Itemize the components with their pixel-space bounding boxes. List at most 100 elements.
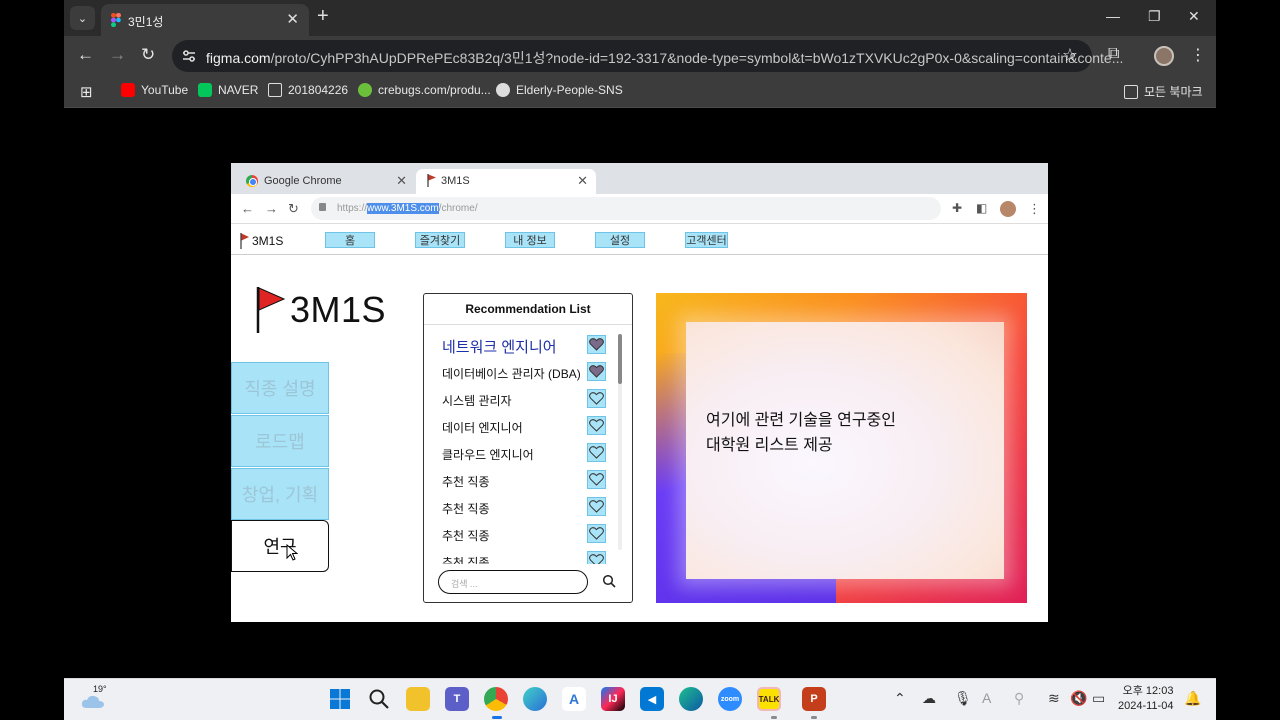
battery-icon[interactable]: ▭ xyxy=(1092,690,1105,707)
apps-grid-icon[interactable]: ⊞ xyxy=(80,83,93,101)
reload-icon[interactable]: ↻ xyxy=(141,46,155,64)
side-menu-roadmap[interactable]: 로드맵 xyxy=(231,415,329,467)
search-icon[interactable] xyxy=(602,574,616,588)
notification-bell-icon[interactable]: 🔔 xyxy=(1184,690,1201,707)
restore-icon[interactable]: ❐ xyxy=(1148,8,1161,25)
card-line-2: 대학원 리스트 제공 xyxy=(706,437,833,454)
recommendation-item[interactable]: 네트워크 엔지니어 xyxy=(424,334,624,361)
recommendation-item[interactable]: 시스템 관리자 xyxy=(424,388,624,415)
kakaotalk-icon[interactable]: TALK xyxy=(757,687,781,711)
file-explorer-icon[interactable] xyxy=(406,687,430,711)
teams-icon[interactable]: T xyxy=(445,687,469,711)
side-menu-startup[interactable]: 창업, 기획 xyxy=(231,468,329,520)
extensions-icon[interactable]: ⧉ xyxy=(1108,45,1119,63)
recommendation-item[interactable]: 추천 직종 xyxy=(424,496,624,523)
tab-search-button[interactable]: ⌄ xyxy=(70,6,95,30)
recommendation-item[interactable]: 데이터 엔지니어 xyxy=(424,415,624,442)
mock-tab-3m1s[interactable]: 3M1S ✕ xyxy=(416,169,596,194)
chrome-icon[interactable] xyxy=(484,687,508,711)
side-menu-research[interactable]: 연구 xyxy=(231,520,329,572)
scrollbar-thumb[interactable] xyxy=(618,334,622,384)
recommendation-item-label: 데이터베이스 관리자 (DBA) xyxy=(442,367,581,381)
back-icon[interactable]: ← xyxy=(77,46,94,64)
menu-kebab-icon[interactable]: ⋮ xyxy=(1028,201,1041,217)
favorite-heart-button[interactable] xyxy=(587,335,606,354)
recommendation-item[interactable]: 추천 직종 xyxy=(424,523,624,550)
heart-icon xyxy=(589,446,604,459)
puzzle-icon[interactable]: ✚ xyxy=(952,201,962,215)
all-bookmarks[interactable]: 모든 북마크 xyxy=(1124,83,1203,100)
bookmark-naver[interactable]: NAVER xyxy=(198,83,258,97)
mock-tab-google-chrome[interactable]: Google Chrome ✕ xyxy=(239,169,415,194)
translator-icon[interactable]: A xyxy=(562,687,586,711)
new-tab-icon[interactable]: + xyxy=(317,5,329,28)
recommendation-item[interactable]: 클라우드 엔지니어 xyxy=(424,442,624,469)
flag-logo-icon xyxy=(256,287,285,333)
recommendation-item[interactable]: 추천 직종 xyxy=(424,469,624,496)
clock-date: 2024-11-04 xyxy=(1118,700,1174,712)
recommendation-item[interactable]: 추천 직종 xyxy=(424,550,624,564)
mock-url: https://www.3M1S.com/chrome/ xyxy=(337,203,478,214)
edge-icon[interactable] xyxy=(679,687,703,711)
favorite-heart-button[interactable] xyxy=(587,443,606,462)
mock-address-bar[interactable]: https://www.3M1S.com/chrome/ xyxy=(311,197,941,220)
tray-overflow-icon[interactable]: ⌃ xyxy=(894,690,906,707)
reload-icon[interactable]: ↻ xyxy=(288,201,299,217)
windows-start-icon[interactable] xyxy=(328,687,352,711)
weather-cloud-icon[interactable] xyxy=(81,693,105,709)
wifi-icon[interactable]: ≋ xyxy=(1048,690,1060,707)
close-icon[interactable]: ✕ xyxy=(577,173,588,189)
nav-customer-center[interactable]: 고객센터 xyxy=(685,232,728,248)
bookmark-crebugs[interactable]: crebugs.com/produ... xyxy=(358,83,491,97)
close-window-icon[interactable]: ✕ xyxy=(1188,8,1200,25)
minimize-icon[interactable]: — xyxy=(1106,8,1120,24)
favorite-heart-button[interactable] xyxy=(587,497,606,516)
forward-icon[interactable]: → xyxy=(109,46,126,64)
favorite-heart-button[interactable] xyxy=(587,416,606,435)
search-icon[interactable] xyxy=(367,687,391,711)
favorite-heart-button[interactable] xyxy=(587,470,606,489)
side-menu-job-description[interactable]: 직종 설명 xyxy=(231,362,329,414)
favorite-heart-button[interactable] xyxy=(587,524,606,543)
recommendation-list[interactable]: 네트워크 엔지니어데이터베이스 관리자 (DBA) 시스템 관리자 데이터 엔지니어… xyxy=(424,334,624,564)
profile-avatar[interactable] xyxy=(1154,46,1174,66)
bookmark-youtube[interactable]: YouTube xyxy=(121,83,188,97)
vscode-icon[interactable]: ◀ xyxy=(640,687,664,711)
nav-my-info[interactable]: 내 정보 xyxy=(505,232,555,248)
bookmark-star-icon[interactable]: ☆ xyxy=(1062,45,1078,66)
bookmark-elderly-sns[interactable]: Elderly-People-SNS xyxy=(496,83,623,97)
close-icon[interactable]: ✕ xyxy=(396,173,407,189)
intellij-icon[interactable]: IJ xyxy=(601,687,625,711)
recommendation-item-label: 추천 직종 xyxy=(442,502,490,516)
side-panel-icon[interactable]: ◧ xyxy=(976,201,987,215)
microphone-icon[interactable]: 🎙 xyxy=(954,690,972,707)
recommendation-item[interactable]: 데이터베이스 관리자 (DBA) xyxy=(424,361,624,388)
defender-icon[interactable]: ⚲ xyxy=(1014,690,1024,707)
outer-tab-bar: ⌄ 3민1성 ✕ + — ❐ ✕ xyxy=(64,0,1216,36)
bookmark-folder-201804226[interactable]: 201804226 xyxy=(268,83,348,97)
menu-kebab-icon[interactable]: ⋮ xyxy=(1190,45,1206,65)
clock[interactable]: 오후 12:03 2024-11-04 xyxy=(1118,684,1173,714)
avatar[interactable] xyxy=(1000,201,1016,217)
ime-icon[interactable]: A xyxy=(982,690,991,706)
nav-settings[interactable]: 설정 xyxy=(595,232,645,248)
outer-tab-active[interactable]: 3민1성 ✕ xyxy=(101,4,309,36)
heart-icon xyxy=(589,500,604,513)
close-tab-icon[interactable]: ✕ xyxy=(286,10,299,28)
powerpoint-icon[interactable]: P xyxy=(802,687,826,711)
back-icon[interactable]: ← xyxy=(241,201,254,216)
onedrive-icon[interactable]: ☁ xyxy=(922,690,936,707)
favorite-heart-button[interactable] xyxy=(587,551,606,564)
address-bar[interactable]: figma.com/proto/CyhPP3hAUpDPRePEc83B2q/3… xyxy=(172,40,1123,72)
nav-home[interactable]: 홈 xyxy=(325,232,375,248)
site-info-icon[interactable] xyxy=(181,48,197,64)
site-brand[interactable]: 3M1S xyxy=(240,233,283,249)
nav-favorites[interactable]: 즐겨찾기 xyxy=(415,232,465,248)
volume-muted-icon[interactable]: 🔇 xyxy=(1070,690,1087,707)
forward-icon[interactable]: → xyxy=(265,201,278,216)
edge-copilot-icon[interactable] xyxy=(523,687,547,711)
favorite-heart-button[interactable] xyxy=(587,362,606,381)
search-input[interactable]: 검색 ... xyxy=(438,570,588,594)
zoom-icon[interactable]: zoom xyxy=(718,687,742,711)
favorite-heart-button[interactable] xyxy=(587,389,606,408)
